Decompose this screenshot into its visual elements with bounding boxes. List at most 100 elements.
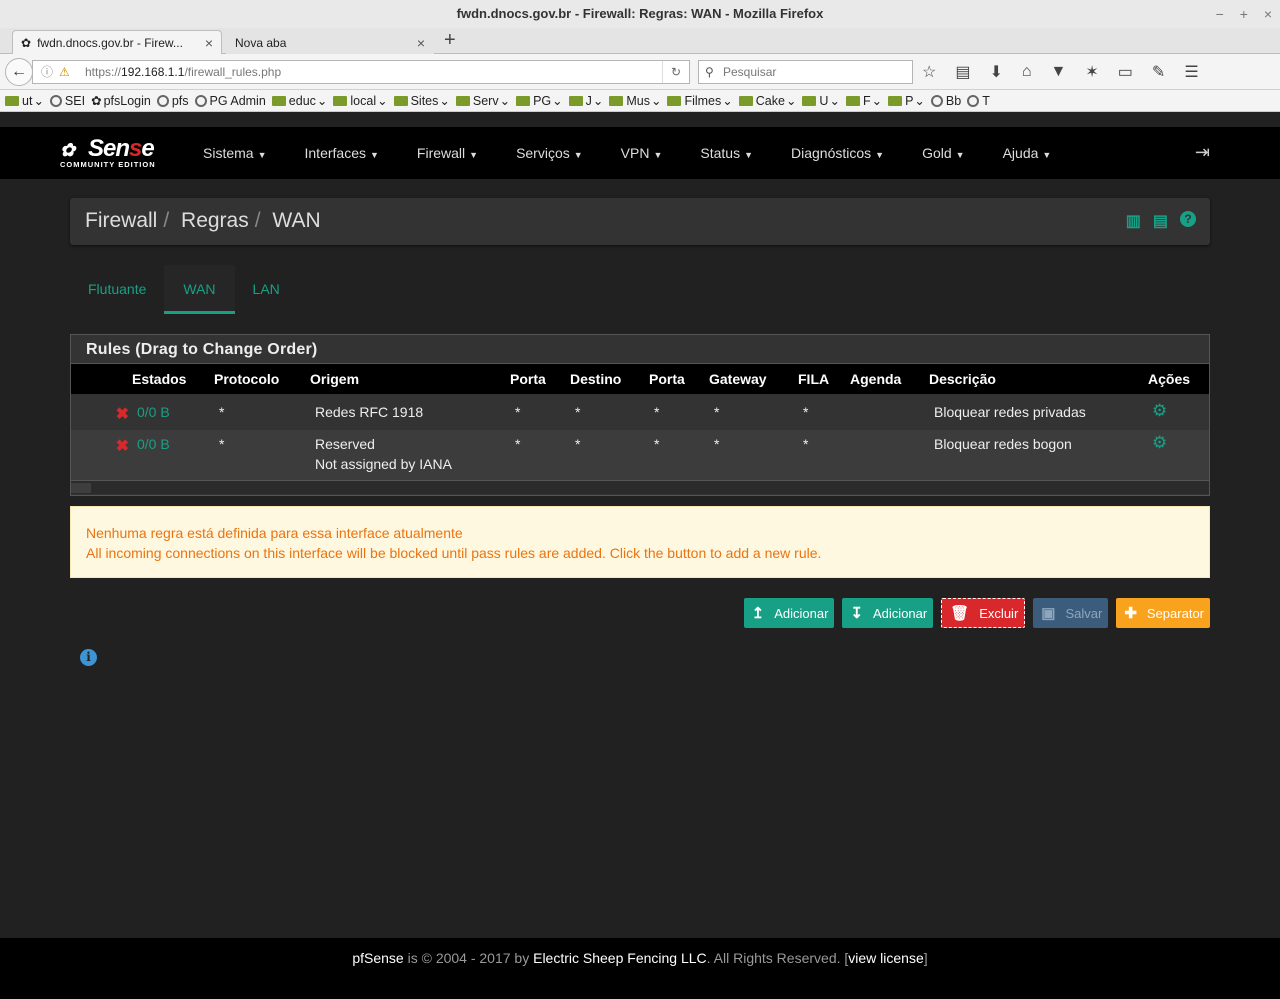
folder-icon: [5, 95, 19, 106]
bookmark-item[interactable]: pfs: [156, 93, 189, 108]
tab-lan[interactable]: LAN: [235, 265, 298, 314]
col-acoes: Ações: [1148, 364, 1209, 394]
logout-icon[interactable]: ⇥: [1195, 142, 1210, 163]
menu-firewall[interactable]: Firewall ▼: [417, 145, 478, 161]
button-label: Excluir: [979, 605, 1019, 621]
table-row[interactable]: ✖ 0/0 B * Redes RFC 1918 * * * * * Bloqu…: [71, 394, 1209, 430]
insecure-lock-icon[interactable]: ⚠: [59, 61, 70, 83]
browser-tab-new[interactable]: Nova aba ×: [226, 30, 434, 55]
menu-sistema[interactable]: Sistema ▼: [203, 145, 267, 161]
bookmark-item[interactable]: P ⌄: [888, 93, 925, 108]
hamburger-menu-icon[interactable]: ☰: [1184, 62, 1198, 82]
footer-brand[interactable]: pfSense: [352, 950, 403, 966]
menu-diagnosticos[interactable]: Diagnósticos ▼: [791, 145, 884, 161]
bookmark-item[interactable]: PG ⌄: [516, 93, 563, 108]
scrollbar-thumb[interactable]: [71, 483, 91, 493]
save-button[interactable]: ▣ Salvar: [1033, 598, 1109, 628]
bookmarks-bar: ut ⌄ SEI ✿ pfsLogin pfs PG Admin educ ⌄ local ⌄ Sit…: [0, 90, 1280, 112]
bookmark-star-icon[interactable]: ☆: [922, 62, 936, 82]
tab-flutuante[interactable]: Flutuante: [70, 265, 164, 314]
pfsense-logo[interactable]: ✿ Sense COMMUNITY EDITION: [60, 135, 156, 169]
home-icon[interactable]: ⌂: [1022, 63, 1032, 81]
rule-source: Redes RFC 1918: [310, 394, 510, 430]
main-menu: Sistema ▼ Interfaces ▼ Firewall ▼ Serviços ▼…: [203, 127, 1089, 179]
pocket-icon[interactable]: ▼: [1051, 63, 1067, 81]
ruler-extension-icon[interactable]: ▭: [1118, 62, 1133, 82]
chevron-down-icon: ⌄: [552, 94, 563, 108]
search-input[interactable]: ⚲ Pesquisar: [698, 60, 913, 84]
breadcrumb-firewall[interactable]: Firewall: [85, 209, 157, 232]
minimize-icon[interactable]: −: [1216, 6, 1224, 22]
bookmark-item[interactable]: F ⌄: [845, 93, 882, 108]
bookmark-item[interactable]: Filmes ⌄: [667, 93, 733, 108]
reading-list-icon[interactable]: ▤: [955, 62, 970, 82]
footer-company-link[interactable]: Electric Sheep Fencing LLC: [533, 950, 707, 966]
add-rule-bottom-button[interactable]: ↧ Adicionar: [842, 598, 934, 628]
help-question-icon[interactable]: ?: [1180, 211, 1196, 227]
bookmark-item[interactable]: ✿ pfsLogin: [91, 93, 151, 109]
table-list-icon[interactable]: ▤: [1153, 211, 1168, 231]
reload-icon[interactable]: ↻: [661, 61, 681, 83]
menu-servicos[interactable]: Serviços ▼: [516, 145, 583, 161]
delete-button[interactable]: 🗑 Excluir: [941, 598, 1026, 628]
rule-states[interactable]: 0/0 B: [137, 436, 170, 452]
button-label: Adicionar: [774, 605, 829, 621]
browser-tab-active[interactable]: ✿ fwdn.dnocs.gov.br - Firew... ×: [12, 30, 222, 55]
tab-close-icon[interactable]: ×: [205, 31, 213, 55]
bookmark-item[interactable]: PG Admin: [194, 94, 266, 108]
bookmark-label: J: [585, 93, 592, 108]
bookmark-item[interactable]: SEI: [49, 94, 85, 108]
floppy-disk-icon: ▣: [1041, 605, 1056, 622]
bookmark-item[interactable]: Sites ⌄: [393, 93, 450, 108]
menu-status[interactable]: Status ▼: [700, 145, 753, 161]
menu-vpn[interactable]: VPN ▼: [621, 145, 663, 161]
tab-close-icon[interactable]: ×: [417, 31, 425, 55]
bookmark-item[interactable]: U ⌄: [802, 93, 840, 108]
arrow-up-icon: ↥: [751, 605, 765, 622]
tab-wan[interactable]: WAN: [164, 265, 235, 314]
bookmark-item[interactable]: Serv ⌄: [455, 93, 510, 108]
col-protocolo: Protocolo: [214, 364, 310, 394]
menu-ajuda[interactable]: Ajuda ▼: [1003, 145, 1052, 161]
bookmark-item[interactable]: Cake ⌄: [738, 93, 796, 108]
bookmark-item[interactable]: J ⌄: [568, 93, 603, 108]
new-tab-icon[interactable]: +: [444, 29, 456, 52]
rule-protocol: *: [214, 394, 310, 430]
eyedropper-icon[interactable]: ✎: [1152, 62, 1165, 82]
bookmark-item[interactable]: educ ⌄: [271, 93, 327, 108]
folder-icon: [802, 95, 817, 106]
logo-text-b: s: [129, 135, 142, 162]
footer-license-link[interactable]: view license: [848, 950, 923, 966]
bar-chart-icon[interactable]: ▥: [1126, 211, 1141, 231]
bookmark-item[interactable]: ut ⌄: [5, 93, 44, 108]
bookmark-item[interactable]: Bb: [930, 94, 961, 108]
rule-schedule: [850, 430, 929, 480]
horizontal-scrollbar[interactable]: [71, 480, 1209, 494]
menu-interfaces[interactable]: Interfaces ▼: [305, 145, 379, 161]
bookmark-item[interactable]: T: [967, 94, 990, 108]
url-bar[interactable]: ⓘ ⚠ https://192.168.1.1/firewall_rules.p…: [32, 60, 690, 84]
footer-text: . All Rights Reserved. [: [706, 950, 849, 966]
bookmark-label: pfs: [171, 93, 189, 108]
col-porta-origem: Porta: [510, 364, 570, 394]
add-rule-top-button[interactable]: ↥ Adicionar: [743, 598, 835, 628]
back-arrow-icon[interactable]: ←: [5, 58, 33, 86]
close-window-icon[interactable]: ×: [1264, 6, 1272, 22]
bookmark-item[interactable]: Mus ⌄: [609, 93, 661, 108]
info-icon[interactable]: ⓘ: [41, 61, 53, 83]
table-row[interactable]: ✖ 0/0 B * Reserved Not assigned by IANA …: [71, 430, 1209, 480]
maximize-icon[interactable]: +: [1240, 6, 1248, 22]
breadcrumb-regras[interactable]: Regras: [181, 209, 249, 232]
bookmark-item[interactable]: local ⌄: [333, 93, 388, 108]
url-path: /firewall_rules.php: [184, 65, 282, 79]
rule-states[interactable]: 0/0 B: [137, 404, 170, 420]
table-header-row: Estados Protocolo Origem Porta Destino P…: [71, 364, 1209, 394]
download-icon[interactable]: ⬇: [989, 62, 1002, 82]
info-icon[interactable]: i: [80, 649, 97, 666]
extension-icon[interactable]: ✶: [1085, 62, 1098, 82]
col-agenda: Agenda: [850, 364, 929, 394]
separator-button[interactable]: ✚ Separator: [1116, 598, 1210, 628]
gear-icon[interactable]: ⚙: [1152, 401, 1167, 420]
gear-icon[interactable]: ⚙: [1152, 433, 1167, 452]
menu-gold[interactable]: Gold ▼: [922, 145, 965, 161]
